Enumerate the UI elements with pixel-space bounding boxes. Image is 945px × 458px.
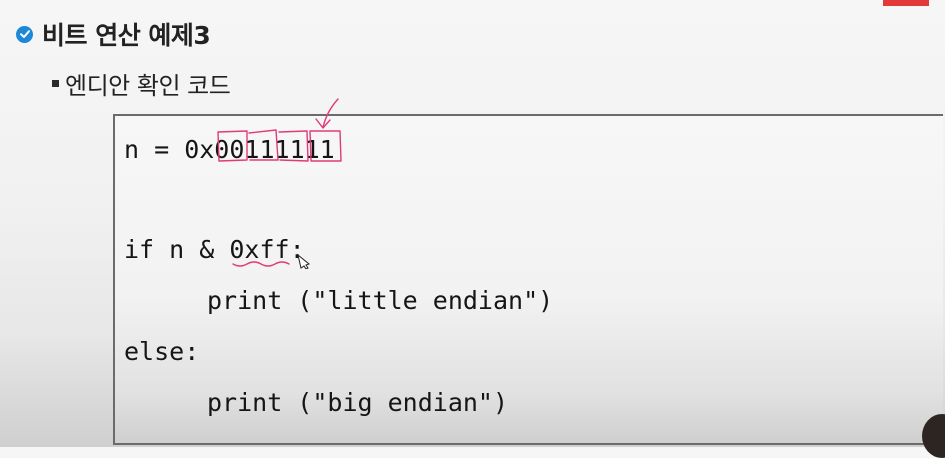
top-accent-bar bbox=[883, 0, 929, 6]
subtitle: 엔디안 확인 코드 bbox=[52, 66, 231, 100]
code-line-if: if n & 0xff: bbox=[124, 235, 305, 264]
code-line-print-little: print ("little endian") bbox=[207, 286, 554, 315]
code-block: n = 0x00111111 if n & 0xff: print ("litt… bbox=[113, 114, 943, 445]
pen-cursor-icon bbox=[297, 253, 311, 269]
slide-title-text: 비트 연산 예제3 bbox=[42, 21, 211, 50]
slide-title: 비트 연산 예제3 bbox=[16, 16, 211, 52]
square-bullet-icon bbox=[52, 79, 59, 87]
check-circle-icon bbox=[16, 25, 33, 43]
subtitle-text: 엔디안 확인 코드 bbox=[65, 71, 231, 100]
code-line-assignment: n = 0x00111111 bbox=[124, 135, 335, 164]
code-line-else: else: bbox=[124, 337, 200, 366]
code-line-print-big: print ("big endian") bbox=[207, 388, 509, 417]
